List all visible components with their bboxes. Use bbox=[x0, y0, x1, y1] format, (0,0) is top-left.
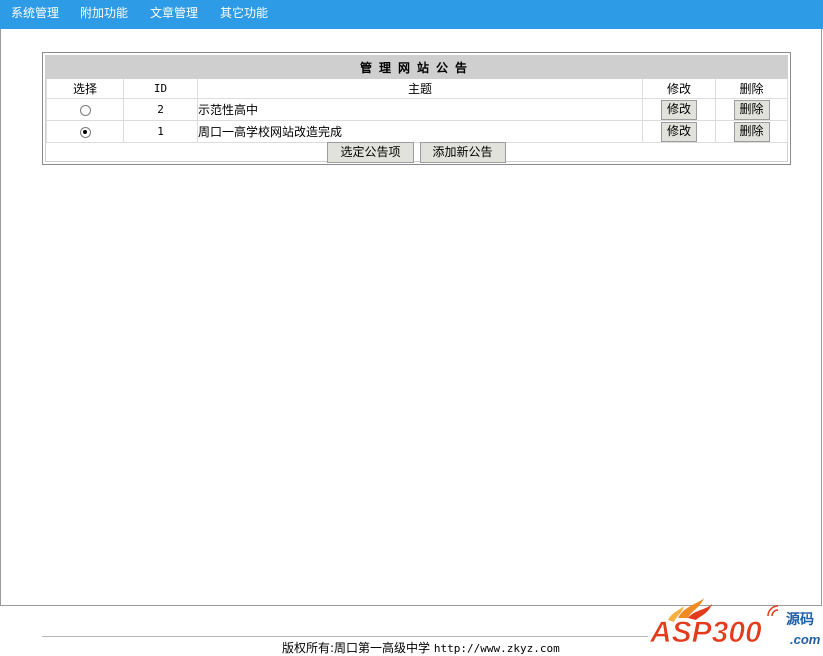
table-title-row: 管理网站公告 bbox=[45, 56, 789, 79]
add-announcement-button[interactable]: 添加新公告 bbox=[419, 142, 506, 163]
column-header-subject: 主题 bbox=[197, 78, 643, 99]
copyright-text: 版权所有:周口第一高级中学 bbox=[282, 641, 431, 655]
nav-item-addons[interactable]: 附加功能 bbox=[80, 0, 128, 26]
row-delete-cell: 删除 bbox=[714, 120, 789, 143]
table-header-row: 选择 ID 主题 修改 删除 bbox=[46, 78, 789, 99]
row-id: 1 bbox=[123, 120, 198, 143]
edit-button[interactable]: 修改 bbox=[660, 99, 697, 120]
footer-divider bbox=[42, 636, 648, 637]
row-edit-cell: 修改 bbox=[642, 120, 716, 143]
table-row: 1 周口一高学校网站改造完成 修改 删除 bbox=[46, 120, 789, 143]
row-subject: 示范性高中 bbox=[197, 98, 643, 121]
announcement-panel-inner: 管理网站公告 选择 ID 主题 修改 删除 2 示范性高中 修改 删除 1 周口… bbox=[45, 55, 789, 163]
nav-item-article-management[interactable]: 文章管理 bbox=[150, 0, 198, 26]
footer-copyright: 版权所有:周口第一高级中学 http://www.zkyz.com bbox=[282, 639, 560, 656]
top-nav-bar: 系统管理 附加功能 文章管理 其它功能 bbox=[0, 0, 823, 29]
watermark-brand: ASP300 bbox=[649, 616, 762, 649]
row-select-cell bbox=[46, 120, 124, 143]
row-id: 2 bbox=[123, 98, 198, 121]
page-title: 管理网站公告 bbox=[45, 56, 789, 79]
announcement-panel: 管理网站公告 选择 ID 主题 修改 删除 2 示范性高中 修改 删除 1 周口… bbox=[42, 52, 791, 165]
watermark-suffix: .com bbox=[790, 632, 821, 647]
column-header-delete: 删除 bbox=[714, 78, 789, 99]
signal-arcs-icon bbox=[767, 605, 779, 617]
asp300-watermark-logo: ASP300 .com 源码 bbox=[649, 598, 821, 649]
row-delete-cell: 删除 bbox=[714, 98, 789, 121]
nav-item-system-management[interactable]: 系统管理 bbox=[11, 0, 59, 26]
panel-actions: 选定公告项 添加新公告 bbox=[46, 142, 787, 163]
select-announcement-button[interactable]: 选定公告项 bbox=[327, 142, 414, 163]
delete-button[interactable]: 删除 bbox=[733, 121, 770, 142]
column-header-select: 选择 bbox=[46, 78, 124, 99]
column-header-id: ID bbox=[123, 78, 198, 99]
edit-button[interactable]: 修改 bbox=[660, 121, 697, 142]
row-select-cell bbox=[46, 98, 124, 121]
watermark-tag: 源码 bbox=[786, 611, 814, 628]
nav-item-other-functions[interactable]: 其它功能 bbox=[220, 0, 268, 26]
delete-button[interactable]: 删除 bbox=[733, 99, 770, 120]
select-radio[interactable] bbox=[79, 126, 91, 138]
select-radio[interactable] bbox=[79, 104, 91, 116]
table-row: 2 示范性高中 修改 删除 bbox=[46, 98, 789, 121]
row-subject: 周口一高学校网站改造完成 bbox=[197, 120, 643, 143]
column-header-edit: 修改 bbox=[642, 78, 716, 99]
announcement-table: 管理网站公告 选择 ID 主题 修改 删除 2 示范性高中 修改 删除 1 周口… bbox=[45, 56, 789, 143]
row-edit-cell: 修改 bbox=[642, 98, 716, 121]
